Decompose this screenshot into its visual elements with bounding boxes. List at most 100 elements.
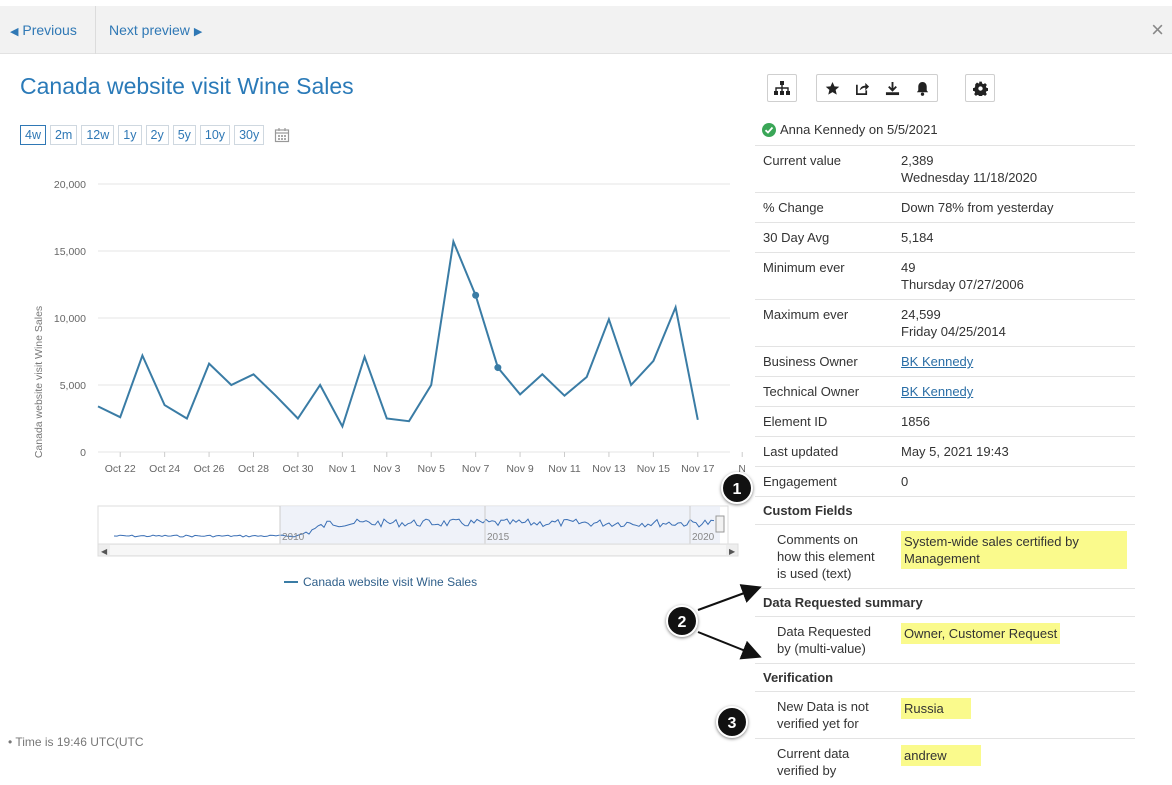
technical-owner-link[interactable]: BK Kennedy (901, 384, 973, 399)
info-label: Current value (755, 146, 893, 193)
nav-divider (95, 6, 96, 54)
download-button[interactable] (877, 75, 907, 101)
range-10y-button[interactable]: 10y (200, 125, 230, 145)
scroll-left-icon[interactable]: ◀ (101, 547, 108, 556)
info-row: Last updated May 5, 2021 19:43 (755, 437, 1135, 467)
element-info-panel: Current value 2,389Wednesday 11/18/2020 … (755, 145, 1135, 785)
time-range-selector: 4w 2m 12w 1y 2y 5y 10y 30y (20, 125, 290, 145)
info-label: Technical Owner (755, 377, 893, 407)
x-tick-label: Nov 17 (681, 463, 714, 475)
x-tick-label: Oct 28 (238, 463, 269, 475)
settings-button[interactable] (965, 74, 995, 102)
hierarchy-icon (774, 81, 790, 95)
info-value: 2,389Wednesday 11/18/2020 (893, 146, 1135, 193)
data-requested-value-cell: Owner, Customer Request (893, 617, 1135, 664)
info-value: 1856 (893, 407, 1135, 437)
previous-button[interactable]: ◀ Previous (10, 6, 77, 54)
range-5y-button[interactable]: 5y (173, 125, 196, 145)
y-tick-label: 0 (80, 447, 86, 459)
bell-icon (915, 81, 930, 96)
navigator-scrollbar[interactable]: ◀ ▶ (98, 544, 738, 556)
range-1y-button[interactable]: 1y (118, 125, 141, 145)
x-tick-label: Oct 30 (282, 463, 313, 475)
business-owner-link[interactable]: BK Kennedy (901, 354, 973, 369)
scroll-right-icon[interactable]: ▶ (729, 547, 736, 556)
verification-value: Russia (901, 698, 971, 719)
verification-value-cell: Russia (893, 692, 1135, 739)
annotation-badge-2: 2 (666, 605, 698, 637)
x-tick-label: Oct 22 (105, 463, 136, 475)
close-icon[interactable]: × (1151, 6, 1164, 54)
minimum-value: 49 (901, 259, 1127, 276)
page-title: Canada website visit Wine Sales (20, 73, 354, 100)
y-axis-label: Canada website visit Wine Sales (33, 306, 45, 458)
info-row: Minimum ever 49Thursday 07/27/2006 (755, 253, 1135, 300)
info-row: Business Owner BK Kennedy (755, 347, 1135, 377)
x-tick-label: Oct 26 (194, 463, 225, 475)
navigator-handle[interactable] (716, 516, 724, 532)
y-tick-label: 5,000 (60, 380, 86, 392)
caret-right-icon: ▶ (194, 26, 202, 38)
favorite-button[interactable] (817, 75, 847, 101)
range-30y-button[interactable]: 30y (234, 125, 264, 145)
navigator-label-2020: 2020 (692, 532, 715, 543)
info-value: 24,599Friday 04/25/2014 (893, 300, 1135, 347)
series-line (98, 242, 698, 427)
legend-label: Canada website visit Wine Sales (303, 575, 477, 589)
range-2y-button[interactable]: 2y (146, 125, 169, 145)
info-value: May 5, 2021 19:43 (893, 437, 1135, 467)
data-point[interactable] (472, 292, 479, 299)
custom-field-label: Comments on how this element is used (te… (755, 525, 893, 589)
navigator-label-2015: 2015 (487, 532, 510, 543)
verification-value: andrew (901, 745, 981, 766)
next-preview-button[interactable]: Next preview ▶ (109, 6, 202, 54)
verification-value-cell: andrew (893, 739, 1135, 785)
info-value: BK Kennedy (893, 347, 1135, 377)
x-tick-label: Nov 11 (548, 463, 581, 475)
x-tick-label: Nov 13 (592, 463, 625, 475)
info-row: Engagement 0 (755, 467, 1135, 497)
info-label: Element ID (755, 407, 893, 437)
verification-label: New Data is not verified yet for (755, 692, 893, 739)
info-label: Engagement (755, 467, 893, 497)
info-value: 5,184 (893, 223, 1135, 253)
info-label: % Change (755, 193, 893, 223)
info-row: Current value 2,389Wednesday 11/18/2020 (755, 146, 1135, 193)
time-note: • Time is 19:46 UTC(UTC (8, 735, 144, 749)
current-value: 2,389 (901, 152, 1127, 169)
data-point[interactable] (494, 364, 501, 371)
info-row: Element ID 1856 (755, 407, 1135, 437)
custom-field-value-cell: System-wide sales certified by Managemen… (893, 525, 1135, 589)
navigator[interactable]: 2010 2015 2020 (98, 506, 728, 546)
info-label: 30 Day Avg (755, 223, 893, 253)
x-tick-label: Oct 24 (149, 463, 180, 475)
custom-fields-heading: Custom Fields (755, 497, 1135, 525)
info-value: 0 (893, 467, 1135, 497)
info-value: Down 78% from yesterday (893, 193, 1135, 223)
info-row: 30 Day Avg 5,184 (755, 223, 1135, 253)
range-2m-button[interactable]: 2m (50, 125, 77, 145)
section-header: Data Requested summary (755, 589, 1135, 617)
range-4w-button[interactable]: 4w (20, 125, 46, 145)
info-label: Minimum ever (755, 253, 893, 300)
custom-field-row: Current data verified by andrew (755, 739, 1135, 785)
check-circle-icon (762, 123, 776, 137)
info-label: Last updated (755, 437, 893, 467)
star-icon (825, 81, 840, 96)
data-requested-value: Owner, Customer Request (901, 623, 1060, 644)
chart-legend[interactable]: Canada website visit Wine Sales (284, 575, 477, 589)
custom-field-value: System-wide sales certified by Managemen… (901, 531, 1127, 569)
action-button-group (816, 74, 938, 102)
share-button[interactable] (847, 75, 877, 101)
range-12w-button[interactable]: 12w (81, 125, 114, 145)
calendar-icon[interactable] (274, 127, 290, 143)
preview-nav-bar: ◀ Previous Next preview ▶ × (0, 6, 1172, 54)
next-preview-label: Next preview (109, 22, 190, 38)
hierarchy-button[interactable] (767, 74, 797, 102)
minimum-date: Thursday 07/27/2006 (901, 276, 1127, 293)
info-value: 49Thursday 07/27/2006 (893, 253, 1135, 300)
y-tick-label: 20,000 (54, 179, 86, 191)
previous-label: Previous (22, 22, 76, 38)
alert-button[interactable] (907, 75, 937, 101)
custom-field-row: Comments on how this element is used (te… (755, 525, 1135, 589)
